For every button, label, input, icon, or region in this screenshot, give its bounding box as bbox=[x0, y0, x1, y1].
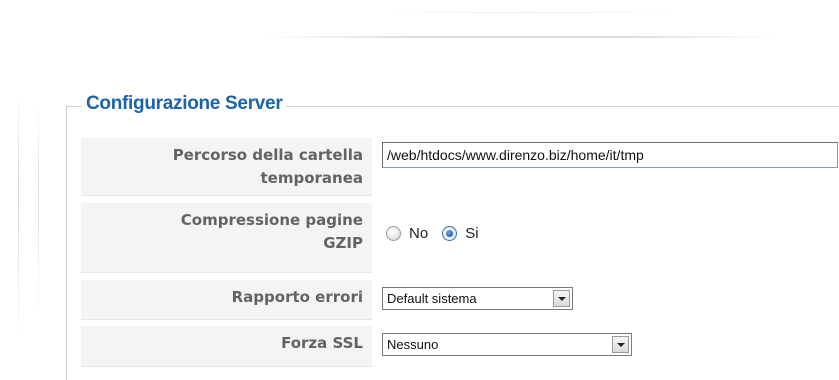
gzip-label: Compressione pagine GZIP bbox=[81, 203, 372, 273]
force-ssl-label: Forza SSL bbox=[81, 326, 372, 367]
chevron-down-icon bbox=[616, 342, 625, 347]
chevron-down-icon bbox=[557, 296, 566, 301]
force-ssl-value-cell: Nessuno bbox=[372, 326, 839, 367]
force-ssl-dropdown-button[interactable] bbox=[612, 336, 629, 353]
error-reporting-value-cell: Default sistema bbox=[372, 280, 839, 320]
page-canvas: Configurazione Server Percorso della car… bbox=[0, 0, 839, 380]
error-reporting-selected: Default sistema bbox=[387, 291, 477, 306]
section-title: Configurazione Server bbox=[82, 93, 287, 115]
temp-folder-value-cell bbox=[372, 138, 839, 196]
temp-folder-label-line1: Percorso della cartella bbox=[172, 146, 363, 164]
error-reporting-label: Rapporto errori bbox=[81, 280, 372, 320]
decorative-divider bbox=[265, 36, 775, 38]
decorative-divider bbox=[380, 12, 680, 13]
gzip-row: Compressione pagine GZIP No Si bbox=[81, 203, 839, 273]
decorative-divider bbox=[18, 90, 19, 340]
gzip-no-label[interactable]: No bbox=[409, 225, 428, 242]
gzip-label-line2: GZIP bbox=[323, 234, 363, 252]
gzip-si-label[interactable]: Si bbox=[465, 225, 478, 242]
temp-folder-input[interactable] bbox=[382, 142, 838, 168]
gzip-radio-group: No Si bbox=[386, 225, 493, 242]
gzip-no-radio[interactable] bbox=[386, 226, 401, 241]
decorative-divider bbox=[38, 100, 39, 320]
temp-folder-label: Percorso della cartella temporanea bbox=[81, 138, 372, 196]
gzip-si-radio[interactable] bbox=[442, 226, 458, 241]
error-reporting-row: Rapporto errori Default sistema bbox=[81, 280, 839, 320]
force-ssl-selected: Nessuno bbox=[387, 337, 439, 352]
temp-folder-label-line2: temporanea bbox=[260, 169, 363, 187]
gzip-value-cell: No Si bbox=[372, 203, 839, 273]
force-ssl-row: Forza SSL Nessuno bbox=[81, 326, 839, 367]
temp-folder-row: Percorso della cartella temporanea bbox=[81, 138, 839, 196]
force-ssl-select[interactable]: Nessuno bbox=[382, 333, 632, 356]
error-reporting-select[interactable]: Default sistema bbox=[382, 287, 573, 310]
gzip-label-line1: Compressione pagine bbox=[180, 211, 363, 229]
error-reporting-dropdown-button[interactable] bbox=[553, 290, 570, 307]
